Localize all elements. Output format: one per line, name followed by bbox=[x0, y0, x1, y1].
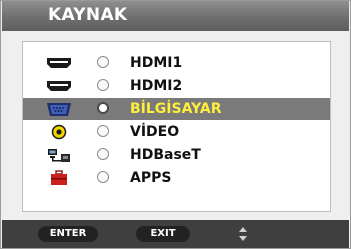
hdmi-icon bbox=[47, 81, 71, 91]
source-list: HDMI1 HDMI2 BİLGİSAYAR VİDEO HDBaseT APP… bbox=[22, 41, 331, 212]
video-rca-icon bbox=[51, 124, 67, 140]
source-item-video[interactable]: VİDEO bbox=[23, 121, 330, 143]
radio-button[interactable] bbox=[97, 171, 109, 183]
title-bar: KAYNAK bbox=[2, 1, 349, 31]
radio-button[interactable] bbox=[97, 125, 109, 137]
enter-button[interactable]: ENTER bbox=[38, 226, 98, 242]
source-item-label: VİDEO bbox=[130, 124, 180, 140]
source-item-label: HDBaseT bbox=[130, 147, 201, 163]
computer-vga-icon bbox=[47, 103, 71, 116]
apps-briefcase-icon bbox=[51, 170, 67, 185]
source-item-hdmi2[interactable]: HDMI2 bbox=[23, 75, 330, 97]
source-item-label: HDMI1 bbox=[130, 55, 183, 71]
source-item-hdmi1[interactable]: HDMI1 bbox=[23, 52, 330, 74]
radio-button[interactable] bbox=[97, 102, 109, 114]
exit-button[interactable]: EXIT bbox=[136, 226, 190, 242]
radio-button[interactable] bbox=[97, 56, 109, 68]
source-item-bilgisayar[interactable]: BİLGİSAYAR bbox=[23, 98, 330, 120]
dialog-title: KAYNAK bbox=[48, 5, 128, 25]
footer-bar: ENTER EXIT bbox=[2, 220, 349, 248]
source-item-label: APPS bbox=[130, 170, 172, 186]
up-down-arrows-icon bbox=[239, 227, 247, 241]
radio-button[interactable] bbox=[97, 148, 109, 160]
hdmi-icon bbox=[47, 58, 71, 68]
radio-button[interactable] bbox=[97, 79, 109, 91]
source-item-hdbaset[interactable]: HDBaseT bbox=[23, 144, 330, 166]
hdbaset-network-icon bbox=[48, 149, 70, 162]
source-dialog: KAYNAK HDMI1 HDMI2 BİLGİSAYAR VİDEO HDBa… bbox=[0, 0, 351, 249]
source-item-apps[interactable]: APPS bbox=[23, 167, 330, 189]
source-item-label: HDMI2 bbox=[130, 78, 183, 94]
source-item-label: BİLGİSAYAR bbox=[130, 101, 222, 117]
